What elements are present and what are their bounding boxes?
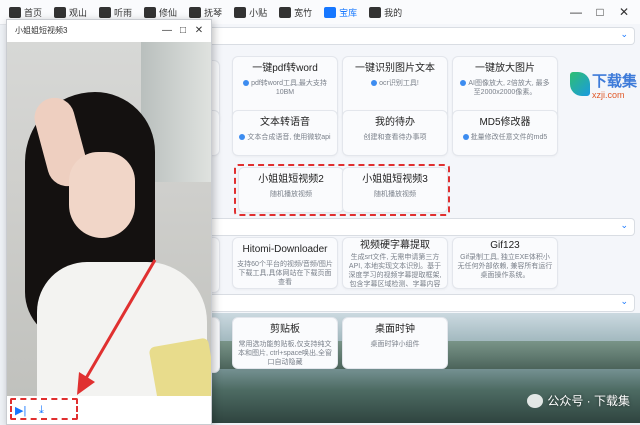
video-window-title: 小姐姐短视频3 [15, 25, 68, 35]
tab-label: 首页 [24, 7, 43, 18]
image-icon [279, 6, 292, 18]
tab-label: 宝库 [339, 7, 358, 18]
chevron-down-icon: ⌄ [620, 296, 628, 306]
tab-list[interactable]: 小贴 [229, 0, 272, 24]
treasure-icon [324, 6, 337, 18]
wechat-watermark-text: 公众号 · 下载集 [547, 394, 630, 408]
card-title: Gif123 [490, 240, 520, 251]
card-title: 视频硬字幕提取 [360, 240, 430, 251]
tab-label: 我的 [384, 7, 403, 18]
video-window-controls: — □ ✕ [159, 20, 207, 40]
card-desktop-clock[interactable]: 桌面时钟 桌面时钟小组件 [342, 317, 448, 369]
video-close-button[interactable]: ✕ [191, 25, 207, 36]
mountain-icon [54, 6, 67, 18]
tab-label: 抚琴 [204, 7, 223, 18]
card-desc: ocr识别工具! [343, 79, 447, 88]
card-clipboard[interactable]: 剪贴板 常用选功能剪贴板,仅支持纯文本和图片, ctrl+space唤出,全窗口… [232, 317, 338, 369]
home-icon [9, 6, 21, 18]
wechat-icon [527, 393, 544, 408]
highlight-box [234, 164, 450, 216]
card-title: Hitomi-Downloader [242, 244, 328, 255]
card-desc: 支持60个平台的视频/音频/图片下载工具,具体网站在下载页面查看 [237, 261, 333, 286]
card-hitomi-downloader[interactable]: Hitomi-Downloader 支持60个平台的视频/音频/图片下载工具,具… [232, 237, 338, 289]
bird-logo-icon [570, 72, 590, 96]
info-icon [460, 80, 467, 87]
card-desc: 文本合成语音, 使用微软api [233, 133, 337, 142]
tab-label: 听雨 [114, 7, 133, 18]
card-subtitle-extract[interactable]: 视频硬字幕提取 生成srt文件, 无需申请第三方API, 本地实现文本识别。基于… [342, 237, 448, 289]
chevron-down-icon: ⌄ [620, 29, 628, 39]
tab-image[interactable]: 宽竹 [274, 0, 317, 24]
user-icon [369, 6, 382, 18]
card-desc: 批量修改任意文件的md5 [453, 133, 557, 142]
card-desc: AI图像放大, 2倍放大, 最多至2000x2000像素。 [453, 79, 557, 97]
video-toolbar: ▶| ⤓ [7, 396, 211, 424]
card-title: 一键放大图片 [475, 63, 535, 74]
book-icon [144, 6, 157, 18]
music-icon [99, 6, 112, 18]
video-minimize-button[interactable]: — [159, 25, 175, 36]
card-desc: 创建和查看待办事项 [363, 134, 427, 141]
card-title: 一键识别图片文本 [355, 63, 435, 74]
video-player-window: 小姐姐短视频3 — □ ✕ ▶| ⤓ [6, 19, 212, 425]
close-button[interactable]: ✕ [612, 5, 636, 19]
card-desc: 常用选功能剪贴板,仅支持纯文本和图片, ctrl+space唤出,全窗口自动隐藏 [238, 341, 332, 366]
section-header-3[interactable]: ⌄ [210, 294, 635, 312]
card-gif123[interactable]: Gif123 Gif录制工具, 独立EXE体积小无任何外部依赖, 兼容所有运行桌… [452, 237, 558, 289]
maximize-button[interactable]: □ [588, 5, 612, 19]
info-icon [239, 134, 246, 141]
card-title: 文本转语音 [260, 117, 310, 128]
info-icon [371, 80, 378, 87]
video-window-titlebar: 小姐姐短视频3 — □ ✕ [7, 20, 211, 40]
watermark-logo: 下载集 [592, 73, 638, 90]
card-desc: Gif录制工具, 独立EXE体积小无任何外部依赖, 兼容所有运行桌面操作系统。 [457, 254, 553, 279]
tab-label: 宽竹 [294, 7, 313, 18]
card-md5[interactable]: MD5修改器 批量修改任意文件的md5 [452, 110, 558, 156]
wechat-watermark: 公众号 · 下载集 [527, 392, 630, 409]
list-icon [234, 6, 247, 18]
info-icon [462, 134, 469, 141]
treasure-panel: ⌄ 一键pdf转word pdf转word工具,最大支持10BM 一键识别图片文… [210, 24, 640, 423]
card-title: MD5修改器 [479, 117, 531, 128]
folder-icon [189, 6, 202, 18]
section-header-1[interactable]: ⌄ [210, 27, 635, 45]
card-desc: 生成srt文件, 无需申请第三方API, 本地实现文本识别。基于深度学习的视频字… [348, 254, 442, 288]
chevron-down-icon: ⌄ [620, 220, 628, 230]
tab-label: 修仙 [159, 7, 178, 18]
info-icon [243, 80, 250, 87]
video-frame[interactable] [7, 42, 211, 410]
card-desc: 桌面时钟小组件 [370, 341, 420, 348]
card-title: 桌面时钟 [375, 324, 415, 335]
video-maximize-button[interactable]: □ [175, 25, 191, 36]
site-watermark: 下载集 xzji.com [570, 66, 640, 112]
tab-label: 观山 [69, 7, 88, 18]
card-todo[interactable]: 我的待办 创建和查看待办事项 [342, 110, 448, 156]
highlight-box [10, 398, 78, 420]
watermark-site: xzji.com [592, 90, 625, 100]
card-title: 剪贴板 [270, 324, 300, 335]
card-desc: pdf转word工具,最大支持10BM [233, 79, 337, 97]
section-header-2[interactable]: ⌄ [210, 218, 635, 236]
card-title: 一键pdf转word [252, 63, 318, 74]
tab-label: 小贴 [249, 7, 268, 18]
card-title: 我的待办 [375, 117, 415, 128]
tab-user[interactable]: 我的 [364, 0, 407, 24]
minimize-button[interactable]: — [564, 5, 588, 19]
card-text-to-speech[interactable]: 文本转语音 文本合成语音, 使用微软api [232, 110, 338, 156]
face-shape [69, 152, 135, 238]
window-controls: — □ ✕ [564, 0, 636, 24]
tab-treasure[interactable]: 宝库 [319, 0, 362, 24]
